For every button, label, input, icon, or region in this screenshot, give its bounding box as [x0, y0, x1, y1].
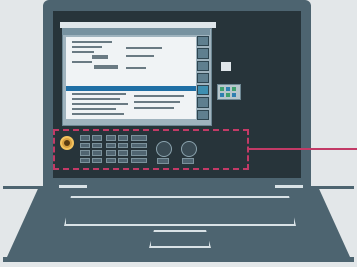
side-panel: [221, 62, 231, 71]
keypad-key[interactable]: [92, 157, 102, 163]
callout-line: [249, 148, 357, 150]
keypad-key[interactable]: [118, 157, 128, 163]
keyboard-outline: [64, 196, 296, 226]
keypad-key[interactable]: [92, 142, 102, 148]
softkey[interactable]: [197, 36, 209, 47]
keypad-key[interactable]: [80, 142, 90, 148]
keypad-right: [131, 135, 147, 163]
keypad-key[interactable]: [92, 150, 102, 156]
keypad-key[interactable]: [131, 157, 147, 163]
softkey[interactable]: [197, 97, 209, 108]
override-dial-icon[interactable]: [156, 141, 172, 157]
softkey[interactable]: [197, 85, 209, 96]
app-content: [66, 37, 196, 119]
app-titlebar: [62, 28, 210, 35]
keypad-middle: [106, 135, 128, 163]
right-hinge: [274, 184, 304, 189]
panel-button[interactable]: [157, 158, 169, 164]
keypad-key[interactable]: [106, 157, 116, 163]
softkey[interactable]: [197, 72, 209, 84]
keypad-key[interactable]: [92, 135, 102, 141]
softkey[interactable]: [197, 60, 209, 71]
keypad-left: [80, 135, 102, 163]
knob-center: [64, 140, 70, 146]
feed-dial-icon[interactable]: [181, 141, 197, 157]
keypad-key[interactable]: [118, 142, 128, 148]
keypad-key[interactable]: [106, 135, 116, 141]
softkey[interactable]: [197, 48, 209, 59]
base-bottom-edge: [3, 257, 354, 262]
keypad-key[interactable]: [118, 135, 128, 141]
keypad-key[interactable]: [80, 157, 90, 163]
keypad-key[interactable]: [80, 150, 90, 156]
vertical-softkeys: [197, 36, 209, 120]
keypad-key[interactable]: [131, 135, 147, 141]
softkey[interactable]: [197, 109, 209, 120]
trackpad[interactable]: [149, 230, 211, 248]
panel-button[interactable]: [182, 158, 194, 164]
keypad-key[interactable]: [106, 142, 116, 148]
status-widget: [217, 84, 241, 100]
keypad-key[interactable]: [131, 150, 147, 156]
keypad-key[interactable]: [118, 150, 128, 156]
highlight-bar: [66, 86, 196, 91]
keypad-key[interactable]: [80, 135, 90, 141]
keypad-key[interactable]: [106, 150, 116, 156]
keypad-key[interactable]: [131, 142, 147, 148]
left-hinge: [58, 184, 88, 189]
